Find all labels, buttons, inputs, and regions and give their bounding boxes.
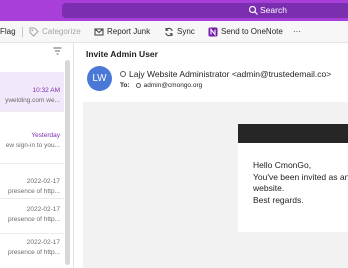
message-preview: ew sign-in to you... — [5, 142, 60, 149]
recipient-row: To: admin@cmongo.org — [120, 82, 202, 89]
send-onenote-label: Send to OneNote — [221, 27, 283, 36]
list-item[interactable]: 2022-02-17 presence of http... — [0, 169, 64, 199]
report-junk-label: Report Junk — [107, 27, 151, 36]
list-item[interactable]: 10:32 AM ywelding.com we... — [0, 72, 64, 112]
message-preview: presence of http... — [7, 188, 60, 195]
more-button[interactable]: ··· — [293, 26, 301, 38]
list-item[interactable]: 2022-02-17 presence of http... — [0, 204, 64, 234]
message-date: 10:32 AM — [32, 87, 60, 94]
message-subject: Invite Admin User — [86, 49, 158, 59]
sync-icon — [165, 27, 173, 37]
body-line: Hello CmonGo, — [253, 160, 312, 170]
toolbar-divider — [22, 27, 23, 37]
list-item[interactable]: 2022-02-17 presence of http... — [0, 236, 64, 268]
body-line: website. — [253, 183, 285, 193]
flag-label: Flag — [0, 27, 16, 36]
sync-button[interactable]: Sync — [164, 26, 195, 38]
title-bar: Search — [0, 0, 348, 21]
message-preview: presence of http... — [7, 216, 60, 223]
message-date: 2022-02-17 — [26, 178, 60, 185]
onenote-icon — [208, 27, 218, 37]
message-list-scrollbar[interactable] — [65, 60, 70, 265]
categorize-label: Categorize — [42, 27, 81, 36]
avatar[interactable]: LW — [87, 66, 112, 91]
message-date: 2022-02-17 — [26, 239, 60, 246]
list-item[interactable]: Yesterday ew sign-in to you... — [0, 124, 64, 164]
message-preview: ywelding.com we... — [5, 97, 60, 104]
to-label: To: — [120, 82, 130, 89]
toolbar: Flag Categorize Report Junk Sync Send to… — [0, 21, 348, 43]
body-line: Best regards. — [253, 194, 304, 205]
presence-icon — [135, 83, 141, 88]
presence-icon — [120, 71, 126, 77]
junk-icon — [94, 28, 104, 36]
sender-row: Lajy Website Administrator <admin@truste… — [120, 69, 331, 79]
search-icon — [248, 5, 258, 15]
search-box[interactable]: Search — [62, 3, 348, 18]
email-card: Hello CmonGo, You've been invited as an … — [238, 124, 348, 232]
report-junk-button[interactable]: Report Junk — [94, 26, 150, 38]
search-label: Search — [260, 5, 287, 15]
message-date: 2022-02-17 — [26, 206, 60, 213]
tag-icon — [29, 27, 39, 37]
reading-pane: Invite Admin User LW Lajy Website Admini… — [75, 43, 348, 268]
message-preview: presence of http... — [7, 249, 60, 256]
categorize-button[interactable]: Categorize — [29, 26, 81, 38]
email-banner — [238, 124, 348, 143]
message-date: Yesterday — [31, 132, 60, 139]
send-to-onenote-button[interactable]: Send to OneNote — [208, 26, 283, 38]
email-text: Hello CmonGo, You've been invited as an … — [253, 160, 348, 206]
sync-label: Sync — [177, 27, 195, 36]
message-body: Hello CmonGo, You've been invited as an … — [83, 102, 348, 268]
body-line: You've been invited as an — [253, 171, 348, 182]
flag-button[interactable]: Flag — [0, 26, 16, 38]
message-list: 10:32 AM ywelding.com we... Yesterday ew… — [0, 43, 74, 268]
filter-icon[interactable] — [53, 47, 62, 55]
more-icon: ··· — [293, 27, 301, 36]
sender-name[interactable]: Lajy Website Administrator <admin@truste… — [129, 69, 331, 79]
recipient-address[interactable]: admin@cmongo.org — [144, 82, 203, 89]
